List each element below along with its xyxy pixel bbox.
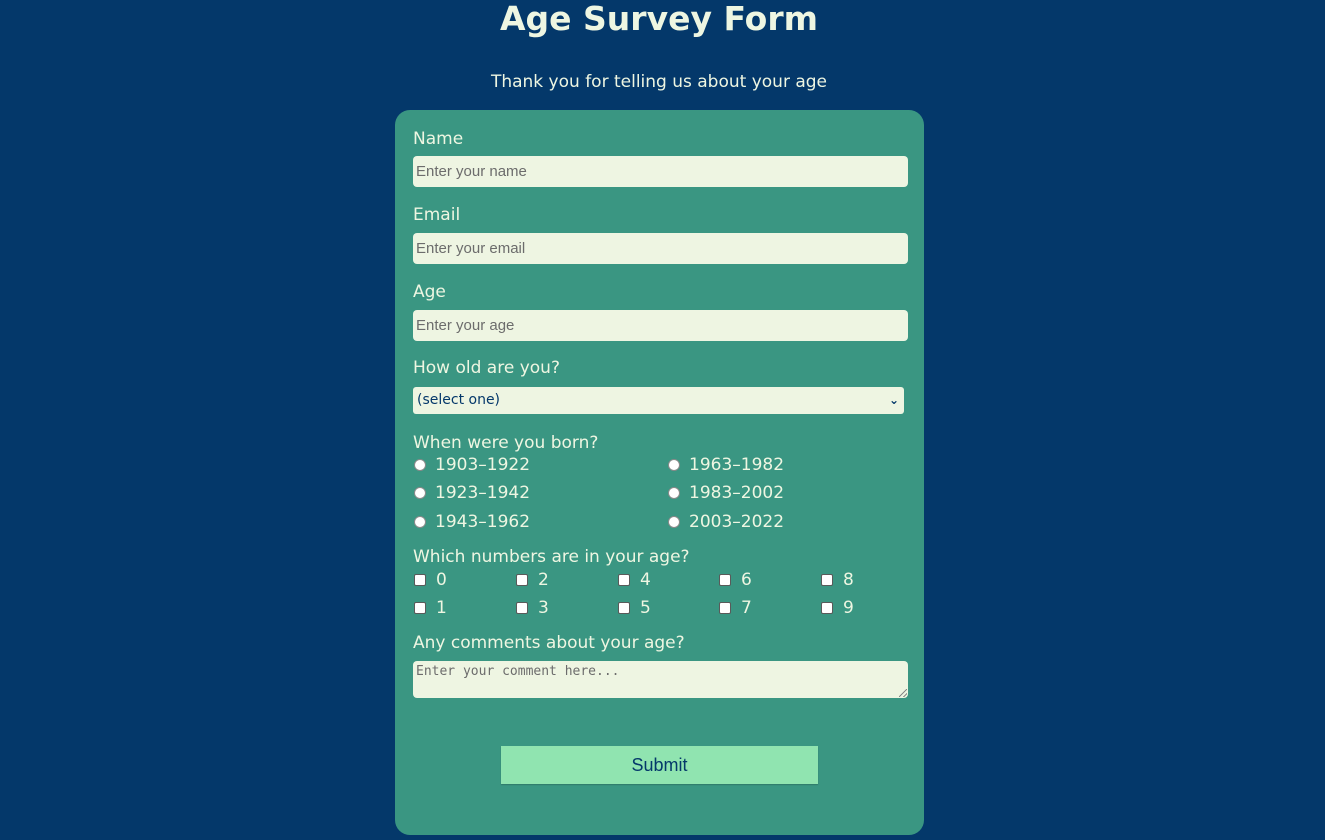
checkbox[interactable] — [618, 602, 630, 614]
checkbox-option-label: 9 — [843, 598, 854, 618]
radio-option[interactable]: 1903–1922 — [414, 455, 530, 475]
page-description: Thank you for telling us about your age — [490, 72, 828, 92]
name-label: Name — [413, 129, 464, 149]
radio-option[interactable]: 1983–2002 — [668, 483, 784, 503]
checkbox-option-label: 5 — [640, 598, 651, 618]
checkbox-option-label: 0 — [436, 570, 447, 590]
radio-option[interactable]: 2003–2022 — [668, 512, 784, 532]
radio-option-label: 1983–2002 — [689, 483, 785, 503]
checkbox-option[interactable]: 6 — [719, 570, 752, 590]
page-title: Age Survey Form — [500, 0, 818, 38]
checkbox-option[interactable]: 8 — [821, 570, 854, 590]
checkbox[interactable] — [821, 574, 833, 586]
dropdown-label: How old are you? — [413, 358, 560, 378]
submit-button[interactable]: Submit — [501, 746, 818, 784]
radio-option-label: 1943–1962 — [435, 512, 531, 532]
name-input[interactable] — [413, 156, 908, 187]
checkbox[interactable] — [516, 602, 528, 614]
radio-option-label: 1963–1982 — [689, 455, 785, 475]
checkbox[interactable] — [719, 602, 731, 614]
radio-group-label: When were you born? — [413, 433, 599, 453]
checkbox[interactable] — [414, 574, 426, 586]
checkbox-option-label: 3 — [538, 598, 549, 618]
radio-option[interactable]: 1943–1962 — [414, 512, 530, 532]
email-label: Email — [413, 205, 461, 225]
radio-button[interactable] — [414, 459, 426, 471]
checkbox-option[interactable]: 9 — [821, 598, 854, 618]
radio-button[interactable] — [414, 487, 426, 499]
radio-button[interactable] — [668, 459, 680, 471]
checkbox-option[interactable]: 7 — [719, 598, 752, 618]
checkbox-option-label: 8 — [843, 570, 854, 590]
age-label: Age — [413, 282, 446, 302]
checkbox-option-label: 4 — [640, 570, 651, 590]
email-input[interactable] — [413, 233, 908, 264]
checkbox-option[interactable]: 5 — [618, 598, 651, 618]
age-input[interactable] — [413, 310, 908, 341]
checkbox-option[interactable]: 3 — [516, 598, 549, 618]
checkbox-option[interactable]: 2 — [516, 570, 549, 590]
checkbox-option[interactable]: 1 — [414, 598, 447, 618]
checkbox[interactable] — [516, 574, 528, 586]
age-dropdown[interactable]: (select one) ⌄ — [413, 387, 904, 414]
checkbox-option-label: 6 — [741, 570, 752, 590]
comments-label: Any comments about your age? — [413, 633, 685, 653]
radio-option[interactable]: 1963–1982 — [668, 455, 784, 475]
chevron-down-icon: ⌄ — [888, 393, 899, 407]
dropdown-selected-value: (select one) — [417, 392, 501, 408]
checkbox[interactable] — [618, 574, 630, 586]
checkbox[interactable] — [821, 602, 833, 614]
resize-handle-icon[interactable] — [899, 689, 907, 697]
radio-option-label: 1903–1922 — [435, 455, 531, 475]
checkbox-option[interactable]: 0 — [414, 570, 447, 590]
checkbox-option-label: 7 — [741, 598, 752, 618]
checkbox-option[interactable]: 4 — [618, 570, 651, 590]
checkbox-group-label: Which numbers are in your age? — [413, 547, 690, 567]
radio-option[interactable]: 1923–1942 — [414, 483, 530, 503]
radio-option-label: 1923–1942 — [435, 483, 531, 503]
comments-textarea[interactable]: Enter your comment here... — [413, 661, 908, 698]
survey-form: Name Email Age How old are you? (select … — [395, 110, 924, 835]
radio-button[interactable] — [668, 487, 680, 499]
radio-button[interactable] — [668, 516, 680, 528]
checkbox-option-label: 1 — [436, 598, 447, 618]
radio-button[interactable] — [414, 516, 426, 528]
checkbox-option-label: 2 — [538, 570, 549, 590]
radio-option-label: 2003–2022 — [689, 512, 785, 532]
comments-placeholder: Enter your comment here... — [416, 664, 620, 679]
checkbox[interactable] — [719, 574, 731, 586]
checkbox[interactable] — [414, 602, 426, 614]
